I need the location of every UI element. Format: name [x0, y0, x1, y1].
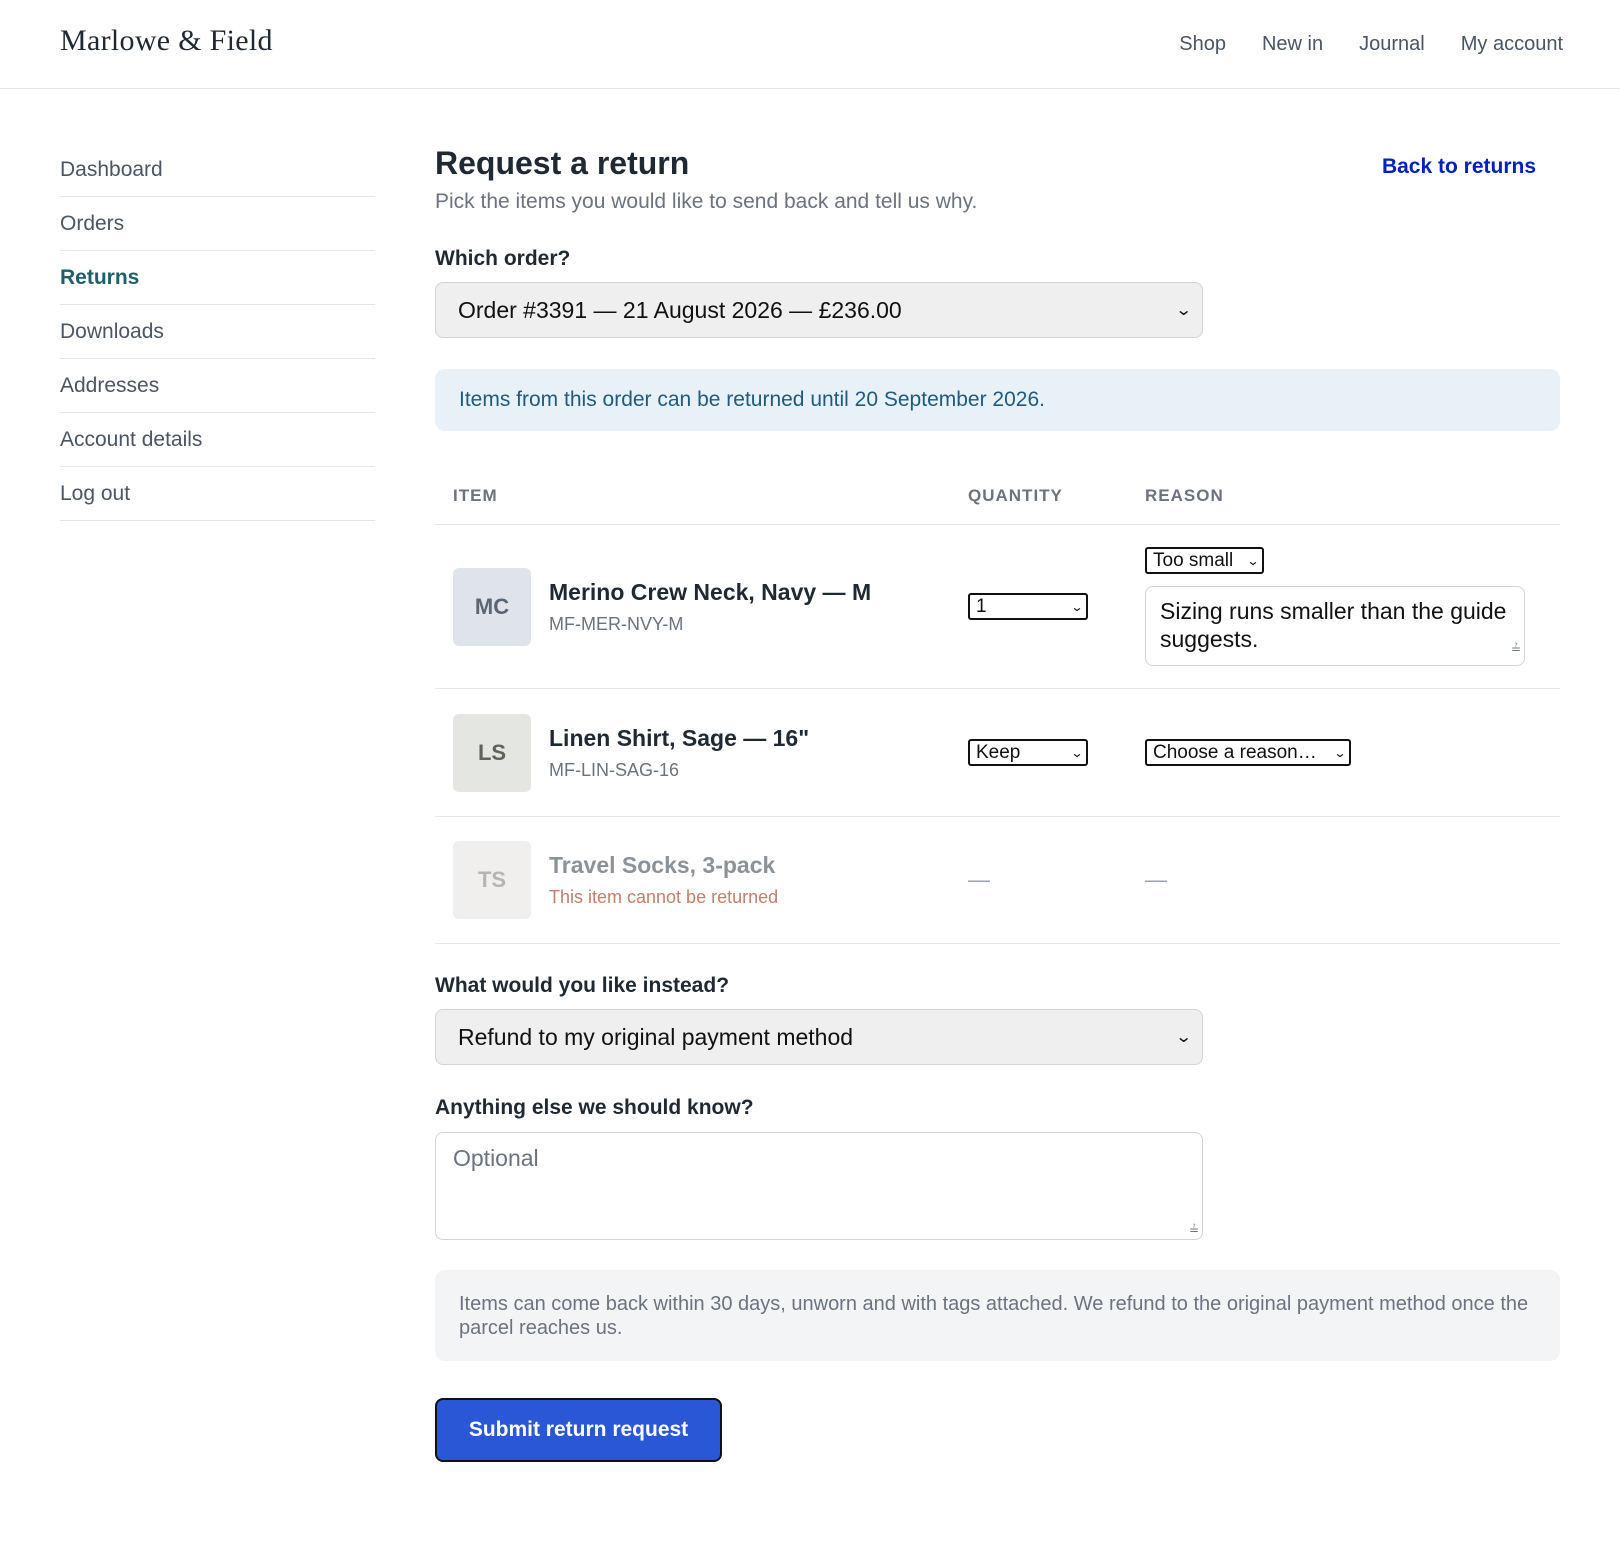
order-select-value: Order #3391 — 21 August 2026 — £236.00 [458, 296, 902, 323]
items-table-header: ITEM QUANTITY REASON [435, 467, 1560, 525]
site-header: Marlowe & Field Shop New in Journal My a… [0, 0, 1620, 89]
resize-handle-icon[interactable]: ≟ [1511, 635, 1521, 663]
notes-textarea[interactable]: Optional ≟ [435, 1132, 1203, 1240]
brand-logo[interactable]: Marlowe & Field [60, 24, 273, 58]
reason-select[interactable]: Choose a reason… ⌄ [1145, 739, 1351, 766]
instead-label: What would you like instead? [435, 974, 730, 997]
nav-new-in[interactable]: New in [1262, 33, 1323, 56]
top-nav: Shop New in Journal My account [1179, 33, 1563, 56]
back-to-returns-link[interactable]: Back to returns [1382, 155, 1536, 179]
quantity-value: 1 [976, 595, 987, 617]
table-row: TS Travel Socks, 3-pack This item cannot… [435, 817, 1560, 944]
chevron-down-icon: ⌄ [1070, 599, 1084, 614]
chevron-down-icon: ⌄ [1174, 302, 1193, 319]
reason-details-textarea[interactable]: Sizing runs smaller than the guide sugge… [1145, 586, 1525, 666]
not-returnable-note: This item cannot be returned [549, 887, 779, 907]
resolution-select-value: Refund to my original payment method [458, 1023, 854, 1050]
resolution-select[interactable]: Refund to my original payment method ⌄ [435, 1009, 1203, 1065]
order-select[interactable]: Order #3391 — 21 August 2026 — £236.00 ⌄ [435, 282, 1203, 338]
item-sku: MF-MER-NVY-M [549, 613, 684, 634]
sidebar-item-orders[interactable]: Orders [60, 197, 375, 251]
product-thumbnail: TS [453, 841, 531, 919]
product-thumbnail: MC [453, 567, 531, 646]
table-row: MC Merino Crew Neck, Navy — M MF-MER-NVY… [435, 525, 1560, 689]
reason-value: Too small [1153, 549, 1234, 571]
sidebar-item-downloads[interactable]: Downloads [60, 305, 375, 359]
account-sidebar: Dashboard Orders Returns Downloads Addre… [60, 143, 375, 1462]
page-subtitle: Pick the items you would like to send ba… [435, 190, 978, 213]
table-row: LS Linen Shirt, Sage — 16" MF-LIN-SAG-16… [435, 689, 1560, 817]
nav-shop[interactable]: Shop [1179, 33, 1226, 56]
sidebar-item-dashboard[interactable]: Dashboard [60, 143, 375, 197]
chevron-down-icon: ⌄ [1070, 745, 1084, 760]
sidebar-item-account-details[interactable]: Account details [60, 413, 375, 467]
return-deadline-text: Items from this order can be returned un… [459, 388, 1045, 411]
header-item: ITEM [453, 485, 498, 505]
main-content: Request a return Back to returns Pick th… [435, 89, 1560, 1462]
item-sku: MF-LIN-SAG-16 [549, 759, 680, 780]
reason-select[interactable]: Too small ⌄ [1145, 547, 1264, 574]
quantity-value: Keep [976, 741, 1021, 763]
header-reason: REASON [1145, 485, 1224, 505]
sidebar-item-returns[interactable]: Returns [60, 251, 375, 305]
item-name: Travel Socks, 3-pack [549, 852, 776, 878]
returns-policy-note: Items can come back within 30 days, unwo… [435, 1270, 1560, 1361]
notes-placeholder: Optional [453, 1145, 539, 1171]
item-name: Merino Crew Neck, Navy — M [549, 578, 872, 605]
reason-details-value: Sizing runs smaller than the guide sugge… [1160, 598, 1507, 652]
item-name: Linen Shirt, Sage — 16" [549, 724, 810, 751]
order-select-label: Which order? [435, 247, 571, 270]
chevron-down-icon: ⌄ [1246, 553, 1260, 568]
submit-return-button[interactable]: Submit return request [435, 1398, 722, 1462]
reason-unavailable: — [1145, 867, 1167, 892]
return-deadline-notice: Items from this order can be returned un… [435, 369, 1560, 431]
quantity-unavailable: — [968, 867, 990, 892]
resize-handle-icon[interactable]: ≟ [1189, 1223, 1199, 1237]
notes-label: Anything else we should know? [435, 1096, 754, 1119]
returns-policy-text: Items can come back within 30 days, unwo… [459, 1293, 1529, 1339]
header-quantity: QUANTITY [968, 485, 1063, 505]
page-title: Request a return [435, 145, 690, 181]
quantity-select[interactable]: 1 ⌄ [968, 593, 1088, 620]
reason-value: Choose a reason… [1153, 741, 1317, 763]
sidebar-item-addresses[interactable]: Addresses [60, 359, 375, 413]
chevron-down-icon: ⌄ [1333, 745, 1347, 760]
quantity-select[interactable]: Keep ⌄ [968, 739, 1088, 766]
sidebar-item-log-out[interactable]: Log out [60, 467, 375, 521]
chevron-down-icon: ⌄ [1174, 1029, 1193, 1046]
product-thumbnail: LS [453, 713, 531, 792]
nav-my-account[interactable]: My account [1461, 33, 1563, 56]
nav-journal[interactable]: Journal [1359, 33, 1425, 56]
